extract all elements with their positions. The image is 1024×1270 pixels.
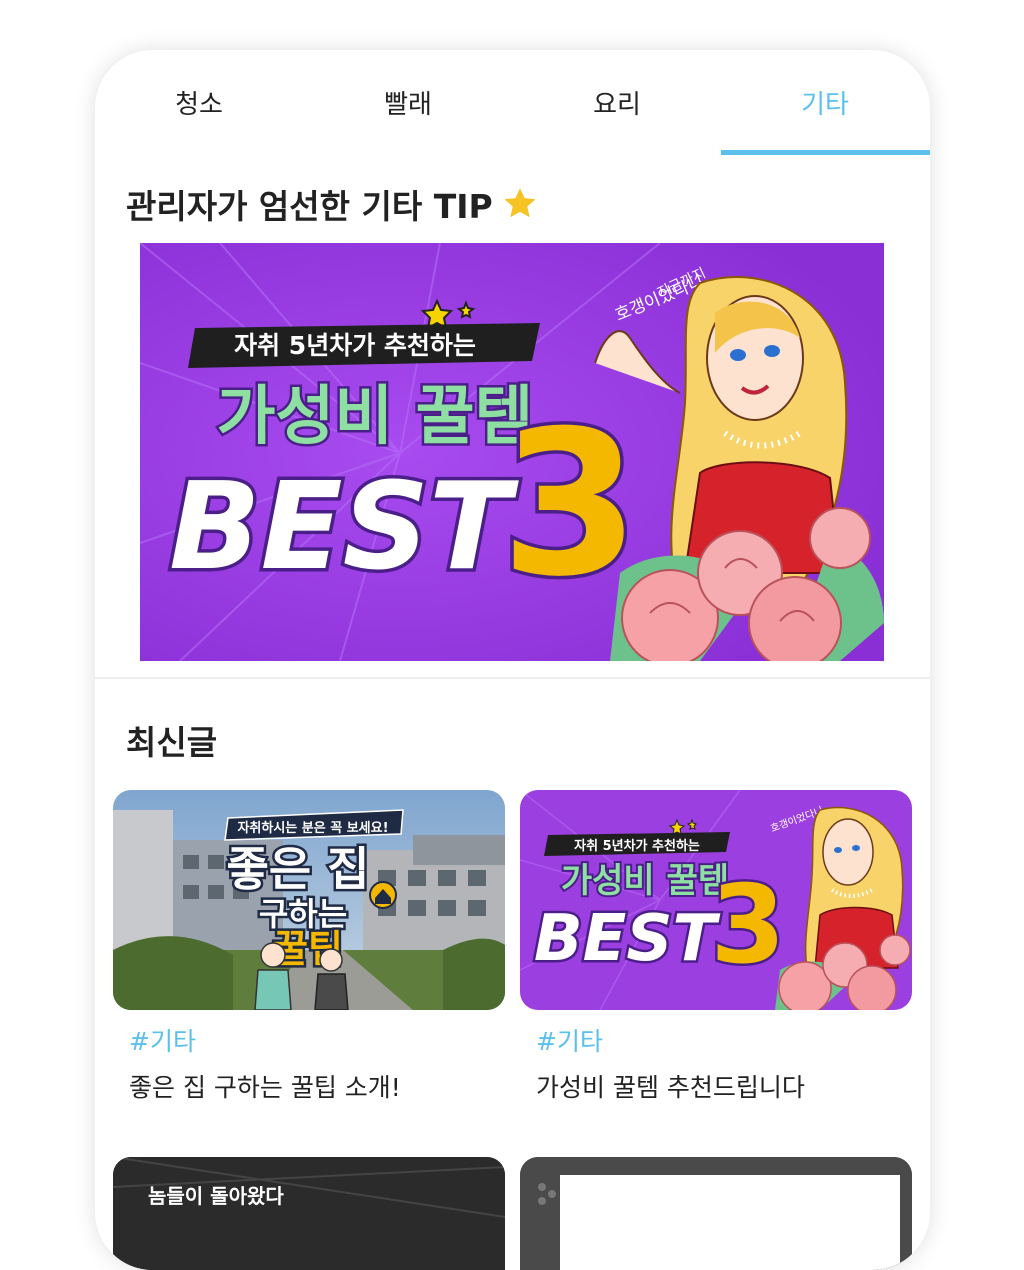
thumb2-ribbon: 자취 5년차가 추천하는 [574,838,700,854]
banner-best: BEST [169,458,519,597]
thumb-line1: 좋은 집 [227,842,370,896]
post-card-preview[interactable]: 놈들이 돌아왔다 [113,1157,505,1270]
tab-etc[interactable]: 기타 [721,50,929,154]
preview-text: 놈들이 돌아왔다 [148,1184,284,1208]
post-tag[interactable]: #기타 [129,1022,505,1058]
banner-headline: 가성비 꿀템 [217,380,534,454]
phone-frame: 청소 빨래 요리 기타 관리자가 엄선한 기타 TIP 자취 5년차가 추천하는… [95,50,930,1270]
tab-cleaning[interactable]: 청소 [95,50,303,154]
active-tab-indicator [721,150,930,155]
thumb2-number: 3 [710,863,785,988]
featured-title-text: 관리자가 엄선한 기타 TIP [126,187,493,226]
post-title[interactable]: 좋은 집 구하는 꿀팁 소개! [129,1068,505,1104]
post-title[interactable]: 가성비 꿀템 추천드립니다 [536,1068,912,1104]
tab-laundry[interactable]: 빨래 [304,50,512,154]
post-tag[interactable]: #기타 [536,1022,912,1058]
featured-banner[interactable]: 자취 5년차가 추천하는 가성비 꿀템 BEST 3 지금까지 호갱이었다니 [140,243,884,661]
latest-title-text: 최신글 [126,723,218,762]
banner-ribbon-text: 자취 5년차가 추천하는 [234,331,476,360]
post-card[interactable]: 자취하시는 분은 꼭 보세요! 좋은 집 구하는 꿀팁 #기타 좋은 집 구하는… [113,790,505,1104]
post-card[interactable]: 자취 5년차가 추천하는 가성비 꿀템 BEST 3 호갱이었다니 #기타 가성… [520,790,912,1104]
featured-section-title: 관리자가 엄선한 기타 TIP [126,180,539,228]
post-thumbnail: 자취하시는 분은 꼭 보세요! 좋은 집 구하는 꿀팁 [113,790,505,1010]
star-icon [504,188,536,218]
thumb2-headline: 가성비 꿀템 [561,861,729,901]
thumb-top-text: 자취하시는 분은 꼭 보세요! [237,820,388,836]
latest-section-title: 최신글 [126,716,217,764]
post-thumbnail: 자취 5년차가 추천하는 가성비 꿀템 BEST 3 호갱이었다니 [520,790,912,1010]
post-card-preview[interactable] [520,1157,912,1270]
house-icon [369,881,397,909]
thumb2-best: BEST [534,902,721,976]
category-tabs: 청소 빨래 요리 기타 [95,50,930,156]
section-divider [95,677,930,679]
tab-cooking[interactable]: 요리 [513,50,721,154]
